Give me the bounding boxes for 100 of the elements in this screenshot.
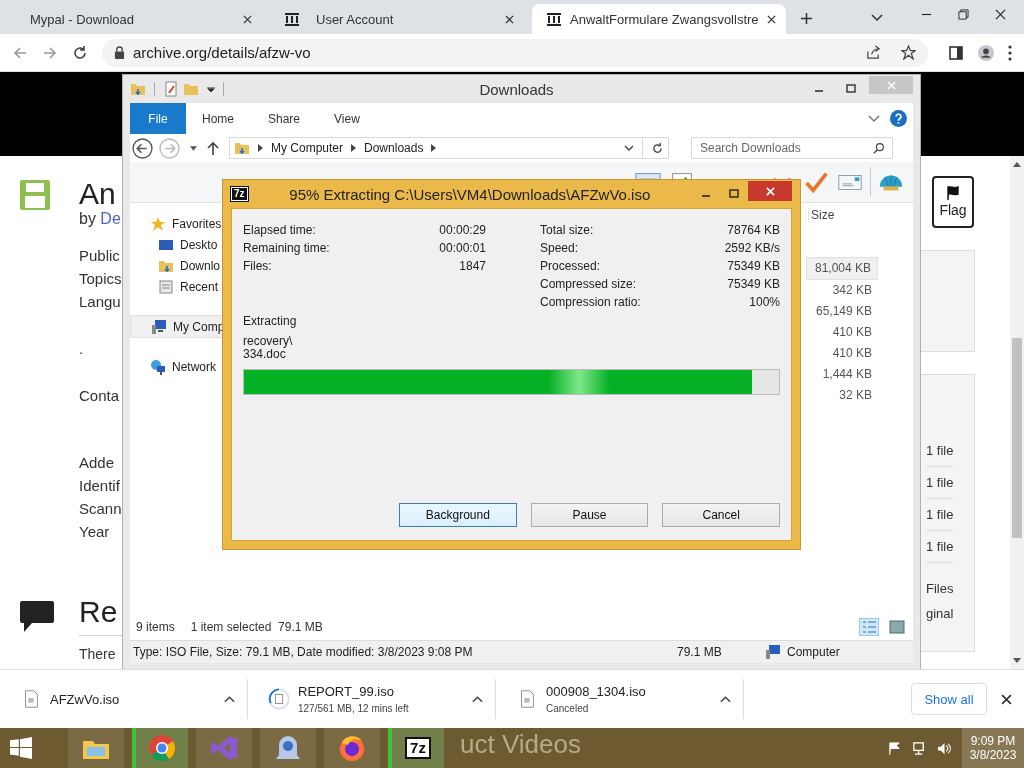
close-icon[interactable] — [243, 14, 252, 24]
chevron-icon[interactable] — [868, 114, 880, 123]
taskbar-app[interactable] — [132, 728, 188, 768]
close-icon[interactable] — [1001, 693, 1012, 705]
scroll-thumb[interactable] — [1012, 338, 1022, 538]
taskbar-app[interactable] — [260, 728, 316, 768]
browser-tab[interactable]: Mypal - Download — [8, 4, 262, 34]
ribbon-tab[interactable]: View — [318, 111, 378, 126]
up-arrow-icon[interactable] — [207, 141, 219, 155]
refresh-icon[interactable] — [651, 141, 664, 155]
file-size[interactable]: 410 KB — [806, 322, 878, 343]
close-icon[interactable] — [767, 14, 776, 24]
scroll-down-icon[interactable] — [1013, 658, 1021, 663]
reload-icon[interactable] — [72, 44, 88, 61]
metadata-label: Scann — [79, 499, 122, 519]
taskbar-app[interactable] — [324, 728, 380, 768]
page-text: uct Videos — [460, 728, 581, 760]
chevron-icon[interactable] — [871, 14, 883, 22]
dialog-button[interactable]: Cancel — [662, 503, 780, 527]
close-button[interactable] — [748, 181, 792, 201]
folder-icon[interactable] — [130, 81, 146, 97]
file-size[interactable]: 1,444 KB — [806, 364, 878, 385]
dropdown-icon[interactable] — [624, 145, 634, 151]
back-icon[interactable] — [132, 137, 153, 159]
address-field[interactable]: My Computer Downloads — [229, 137, 669, 159]
stat-value: 2592 KB/s — [724, 240, 780, 257]
file-count: 1 file — [926, 531, 954, 563]
file-size[interactable]: 410 KB — [806, 343, 878, 364]
address-bar[interactable]: archive.org/details/afzw-vo — [102, 38, 928, 67]
close-icon[interactable] — [995, 9, 1006, 20]
browser-tab[interactable]: User Account — [270, 4, 524, 34]
share-icon[interactable] — [866, 45, 881, 60]
preview-view-icon[interactable] — [887, 618, 907, 636]
author-link[interactable]: De — [100, 210, 121, 227]
new-tab-icon[interactable] — [800, 12, 813, 25]
speaker-icon[interactable] — [937, 740, 952, 756]
star-icon[interactable] — [901, 45, 916, 60]
original-label: ginal — [926, 606, 954, 621]
breadcrumb[interactable]: My Computer — [271, 141, 344, 155]
chevron-right-icon[interactable] — [351, 144, 357, 152]
close-icon[interactable] — [505, 14, 514, 24]
file-size[interactable]: 342 KB — [806, 280, 878, 301]
column-header[interactable]: Size — [808, 208, 891, 222]
file-size[interactable]: 81,004 KB — [806, 257, 878, 280]
show-all-button[interactable]: Show all — [911, 683, 987, 715]
taskbar-app[interactable]: 7z — [388, 728, 444, 768]
download-status: 127/561 MB, 12 mins left — [298, 703, 410, 714]
stat-label: Speed: — [540, 240, 579, 257]
flag-icon[interactable] — [887, 740, 902, 756]
start-icon[interactable] — [10, 737, 32, 759]
browser-tab[interactable]: AnwaltFormulare Zwangsvollstre — [532, 4, 786, 34]
scrollbar[interactable] — [1010, 156, 1024, 669]
download-name[interactable]: REPORT_99.iso — [298, 684, 464, 699]
menu-icon[interactable] — [1008, 44, 1012, 61]
file-size[interactable]: 65,149 KB — [806, 301, 878, 322]
caret-icon[interactable] — [190, 145, 197, 151]
chevron-right-icon[interactable] — [258, 144, 263, 152]
tab-title: AnwaltFormulare Zwangsvollstre — [570, 11, 759, 27]
breadcrumb[interactable]: Downloads — [364, 141, 424, 155]
forward-icon[interactable] — [42, 44, 58, 61]
nav-item[interactable]: Recent — [130, 276, 278, 297]
network-icon[interactable] — [912, 740, 927, 756]
stat-label: Compressed size: — [540, 276, 637, 293]
computer-icon — [765, 644, 781, 660]
file-details: Type: ISO File, Size: 79.1 MB, Date modified: 3/8/2023 9:08 PM — [133, 645, 474, 659]
window-title: Downloads — [478, 80, 555, 98]
dialog-button[interactable]: Background — [399, 503, 517, 527]
comment-icon — [20, 601, 54, 633]
chevron-right-icon[interactable] — [431, 144, 437, 152]
caret-up-icon[interactable] — [720, 695, 731, 703]
dialog-button[interactable]: Pause — [530, 503, 649, 527]
download-name[interactable]: 000908_1304.iso — [546, 684, 712, 699]
scroll-up-icon[interactable] — [1013, 162, 1021, 167]
browser-icon — [147, 733, 177, 763]
file-size[interactable]: 32 KB — [806, 385, 878, 406]
caret-up-icon[interactable] — [224, 695, 235, 703]
stat-label: Elapsed time: — [243, 222, 316, 239]
app-logo: 7z — [231, 187, 248, 201]
download-status: Canceled — [546, 703, 590, 714]
properties-icon[interactable] — [163, 81, 179, 97]
clock[interactable]: 9:09 PM 3/8/2023 — [962, 728, 1024, 768]
profile-icon[interactable] — [978, 44, 994, 61]
flag-button[interactable]: Flag — [932, 176, 974, 228]
selection-info: 1 item selected 79.1 MB — [190, 620, 323, 634]
reviews-text: There — [79, 646, 116, 662]
file-menu-tab[interactable]: File — [130, 103, 186, 134]
search-field[interactable]: Search Downloads — [691, 137, 893, 159]
side-panel-icon[interactable] — [948, 44, 964, 61]
files-link[interactable]: Files — [926, 581, 954, 596]
caret-icon[interactable] — [207, 86, 215, 92]
restore-icon[interactable] — [958, 9, 969, 20]
download-name[interactable]: AFZwVo.iso — [50, 691, 216, 707]
ribbon-tab[interactable]: Home — [186, 111, 252, 126]
caret-up-icon[interactable] — [472, 695, 483, 703]
taskbar-app[interactable] — [68, 728, 124, 768]
maximize-icon[interactable] — [728, 188, 740, 200]
stat-label: Files: — [243, 258, 272, 275]
ribbon-tab[interactable]: Share — [252, 111, 319, 126]
help-icon[interactable] — [890, 110, 907, 127]
maximize-icon[interactable] — [845, 83, 857, 95]
